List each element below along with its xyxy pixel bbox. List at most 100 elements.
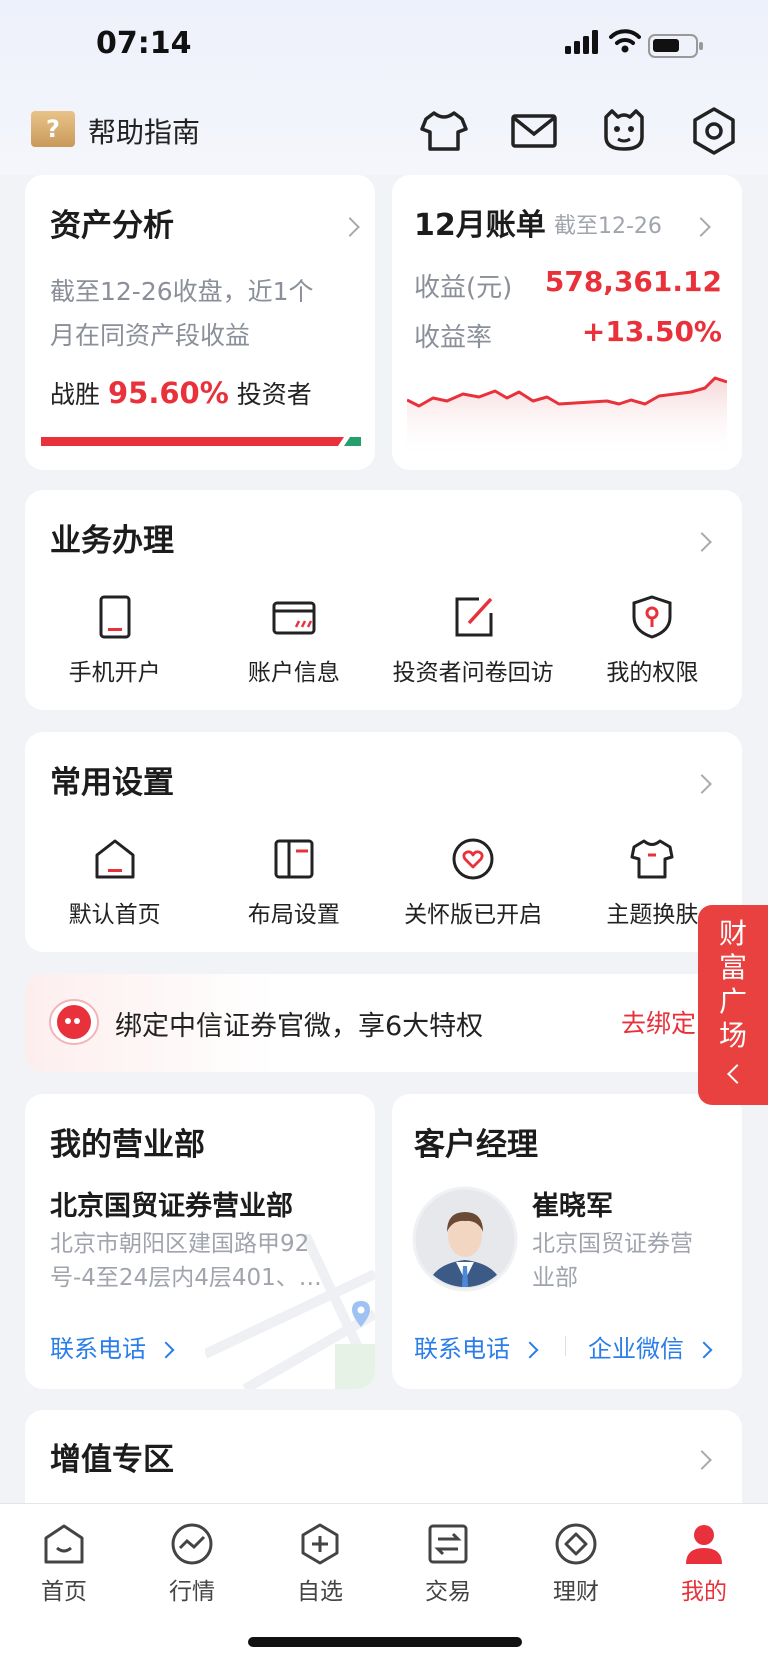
shirt-icon [630, 839, 674, 879]
manager-contact-link[interactable]: 联系电话 [414, 1329, 539, 1364]
bill-title: 12月账单 [414, 208, 546, 243]
header-bar: ? 帮助指南 [0, 95, 768, 175]
branch-contact-label: 联系电话 [50, 1335, 146, 1363]
chevron-right-icon [157, 1341, 175, 1359]
asset-analysis-title: 资产分析 [50, 208, 174, 244]
business-item-phone-account[interactable]: 手机开户 [25, 595, 204, 687]
manager-title: 客户经理 [414, 1127, 538, 1163]
settings-item-care-mode[interactable]: 关怀版已开启 [384, 837, 563, 929]
account-manager-card[interactable]: 客户经理 崔晓军 北京国贸证券营 业部 联系电话 企业微信 [392, 1094, 742, 1389]
tab-home[interactable]: 首页 [0, 1504, 128, 1663]
chevron-right-icon [695, 1341, 713, 1359]
float-char: 富 [718, 951, 747, 984]
wealth-icon [555, 1523, 597, 1565]
beat-investors-text: 战胜 95.60% 投资者 [50, 375, 312, 411]
signal-icon [565, 30, 598, 54]
market-icon [171, 1523, 213, 1565]
tab-label: 自选 [297, 1579, 343, 1605]
business-card: 业务办理 手机开户 账户信息 投资者问卷回访 我的权限 [25, 490, 742, 710]
beat-suffix: 投资者 [236, 380, 312, 409]
manager-name: 崔晓军 [532, 1191, 613, 1222]
asset-analysis-desc-line1: 截至12-26收盘，近1个 [50, 277, 314, 306]
profit-sparkline [407, 376, 727, 460]
beat-percentage: 95.60% [107, 376, 229, 410]
manager-wechat-link[interactable]: 企业微信 [588, 1329, 713, 1364]
tab-label: 首页 [41, 1579, 87, 1605]
home-icon [95, 839, 135, 879]
manager-branch-line2: 业部 [532, 1265, 578, 1291]
phone-icon [99, 595, 131, 639]
link-divider [565, 1336, 566, 1356]
branch-address-line1: 北京市朝阳区建国路甲92 [50, 1231, 310, 1257]
bind-action-link[interactable]: 去绑定 [621, 1004, 696, 1040]
status-bar: 07:14 [0, 0, 768, 90]
shield-key-icon [632, 595, 672, 639]
value-zone-title: 增值专区 [50, 1442, 174, 1478]
business-item-account-info[interactable]: 账户信息 [204, 595, 383, 687]
profit-value: 578,361.12 [544, 265, 722, 298]
tab-label: 理财 [553, 1579, 599, 1605]
branch-address-line2: 号-4至24层内4层401、… [50, 1265, 322, 1291]
business-item-label: 手机开户 [68, 660, 161, 686]
settings-item-label: 关怀版已开启 [404, 902, 543, 928]
business-item-label: 账户信息 [247, 660, 340, 686]
chevron-right-icon [340, 217, 360, 237]
my-branch-card[interactable]: 我的营业部 北京国贸证券营业部 北京市朝阳区建国路甲92 号-4至24层内4层4… [25, 1094, 375, 1389]
monthly-bill-card[interactable]: 12月账单 截至12-26 收益(元) 578,361.12 收益率 +13.5… [392, 175, 742, 470]
settings-item-layout[interactable]: 布局设置 [204, 837, 383, 929]
settings-item-label: 布局设置 [247, 902, 340, 928]
beat-progress-red [41, 437, 344, 446]
branch-contact-link[interactable]: 联系电话 [50, 1329, 175, 1364]
business-item-my-permissions[interactable]: 我的权限 [563, 595, 742, 687]
branch-title: 我的营业部 [50, 1127, 205, 1163]
chevron-left-icon [727, 1064, 747, 1084]
beat-progress-bar [41, 437, 361, 446]
manager-contact-label: 联系电话 [414, 1335, 510, 1363]
customer-service-icon[interactable] [596, 103, 652, 159]
battery-icon [648, 34, 703, 58]
chevron-right-icon [692, 1450, 712, 1470]
tab-market[interactable]: 行情 [128, 1504, 256, 1663]
profit-label: 收益(元) [414, 273, 513, 303]
status-time: 07:14 [96, 26, 192, 61]
wealth-plaza-float-button[interactable]: 财 富 广 场 [698, 905, 768, 1105]
theme-shirt-icon[interactable] [416, 103, 472, 159]
asset-analysis-card[interactable]: 资产分析 截至12-26收盘，近1个 月在同资产段收益 战胜 95.60% 投资… [25, 175, 375, 470]
chevron-right-icon [521, 1341, 539, 1359]
manager-branch-line1: 北京国贸证券营 [532, 1231, 693, 1257]
common-settings-card: 常用设置 默认首页 布局设置 关怀版已开启 主题换肤 [25, 732, 742, 952]
business-item-label: 我的权限 [606, 660, 699, 686]
profile-icon [686, 1525, 722, 1564]
bill-date: 截至12-26 [554, 214, 662, 239]
wechat-bubble-icon [49, 999, 99, 1045]
tab-mine[interactable]: 我的 [640, 1504, 768, 1663]
float-char: 财 [718, 917, 747, 950]
settings-item-default-home[interactable]: 默认首页 [25, 837, 204, 929]
card-icon [272, 601, 316, 635]
help-book-icon[interactable]: ? [31, 111, 75, 147]
bind-wechat-banner[interactable]: 绑定中信证券官微，享6大特权 去绑定 [25, 974, 742, 1072]
settings-hex-icon[interactable] [686, 103, 742, 159]
map-pin-icon [352, 1301, 370, 1327]
help-guide-link[interactable]: 帮助指南 [88, 111, 200, 151]
branch-name: 北京国贸证券营业部 [50, 1191, 293, 1222]
beat-prefix: 战胜 [50, 380, 101, 409]
rate-label: 收益率 [414, 323, 493, 353]
chevron-right-icon[interactable] [692, 774, 712, 794]
home-tab-icon [44, 1524, 84, 1564]
asset-analysis-desc-line2: 月在同资产段收益 [50, 321, 251, 350]
float-char: 广 [718, 985, 747, 1018]
float-char: 场 [718, 1019, 747, 1052]
rate-value: +13.50% [581, 315, 722, 348]
business-item-investor-survey[interactable]: 投资者问卷回访 [384, 595, 563, 687]
tab-wealth[interactable]: 理财 [512, 1504, 640, 1663]
beat-progress-green [344, 437, 361, 446]
avatar [412, 1186, 518, 1292]
manager-wechat-label: 企业微信 [588, 1335, 684, 1363]
bind-banner-text: 绑定中信证券官微，享6大特权 [115, 1011, 484, 1042]
settings-title: 常用设置 [50, 765, 174, 801]
mail-icon[interactable] [506, 103, 562, 159]
chevron-right-icon [691, 217, 711, 237]
chevron-right-icon[interactable] [692, 532, 712, 552]
edit-icon [455, 597, 493, 637]
